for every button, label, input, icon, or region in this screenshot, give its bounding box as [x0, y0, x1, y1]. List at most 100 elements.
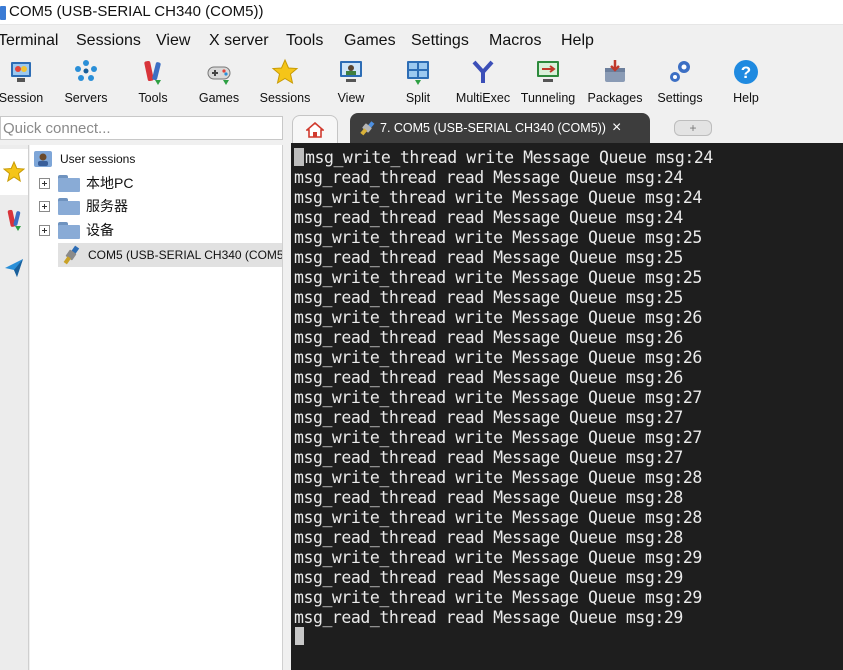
toolbar-servers-label: Servers [64, 91, 108, 105]
toolbar-games-label: Games [198, 91, 240, 105]
toolbar-session-button[interactable]: Session [0, 56, 44, 106]
toolbar-help-button[interactable]: ? Help [730, 56, 762, 106]
terminal-line: msg_write_thread write Message Queue msg… [294, 548, 702, 567]
tab-title: 7. COM5 (USB-SERIAL CH340 (COM5)) [380, 121, 606, 135]
svg-text:?: ? [741, 63, 751, 82]
menu-help[interactable]: Help [561, 32, 594, 50]
terminal-line: msg_write_thread write Message Queue msg… [294, 508, 702, 527]
terminal-line: msg_read_thread read Message Queue msg:2… [294, 408, 683, 427]
folder-icon [58, 221, 80, 239]
terminal-line: msg_read_thread read Message Queue msg:2… [294, 168, 683, 187]
tools-icon [144, 60, 161, 85]
tools-icon [7, 209, 21, 231]
gears-icon [670, 61, 690, 82]
menu-terminal[interactable]: Terminal [0, 32, 58, 50]
tab-com5[interactable]: 7. COM5 (USB-SERIAL CH340 (COM5)) × [350, 113, 650, 143]
send-icon [5, 259, 23, 277]
quick-connect-input[interactable] [1, 117, 282, 139]
terminal-line: msg_read_thread read Message Queue msg:2… [294, 568, 683, 587]
terminal-line: msg_read_thread read Message Queue msg:2… [294, 448, 683, 467]
expand-icon[interactable] [39, 200, 50, 212]
terminal-line: msg_write_thread write Message Queue msg… [294, 428, 702, 447]
toolbar-help-label: Help [733, 91, 759, 105]
sidebar-tab-sessions[interactable] [0, 149, 28, 195]
help-icon: ? [734, 60, 758, 84]
toolbar-split-label: Split [405, 91, 431, 105]
tab-home[interactable] [292, 115, 338, 143]
terminal-line: msg_read_thread read Message Queue msg:2… [294, 368, 683, 387]
menu-view[interactable]: View [156, 32, 190, 50]
menu-tools[interactable]: Tools [286, 32, 323, 50]
terminal-line: msg_read_thread read Message Queue msg:2… [294, 608, 683, 627]
menu-bar: Terminal Sessions View X server Tools Ga… [0, 29, 843, 53]
home-icon [306, 121, 324, 138]
toolbar-servers-button[interactable]: Servers [62, 56, 110, 106]
toolbar-sessions-button[interactable]: Sessions [258, 56, 312, 106]
toolbar-packages-label: Packages [587, 91, 643, 105]
tab-strip: 7. COM5 (USB-SERIAL CH340 (COM5)) × + [286, 111, 843, 143]
tree-folder-label: 设备 [86, 222, 114, 238]
servers-icon [75, 60, 97, 81]
tree-folder-local-pc[interactable]: 本地PC [39, 172, 133, 194]
toolbar-view-label: View [337, 91, 365, 105]
window-title: COM5 (USB-SERIAL CH340 (COM5)) [9, 3, 264, 20]
folder-icon [58, 174, 80, 192]
terminal-cursor [295, 627, 304, 645]
session-icon [11, 62, 31, 82]
toolbar-games-button[interactable]: Games [197, 56, 241, 106]
expand-icon[interactable] [39, 224, 50, 236]
terminal-line: msg_write_thread write Message Queue msg… [294, 148, 713, 167]
toolbar-sessions-label: Sessions [259, 91, 311, 105]
toolbar-session-label: Session [0, 91, 44, 105]
star-icon [271, 58, 299, 85]
sidebar-tab-macros[interactable] [0, 245, 28, 291]
terminal-line: msg_write_thread write Message Queue msg… [294, 308, 702, 327]
tree-session-com5[interactable]: COM5 (USB-SERIAL CH340 (COM5 [58, 243, 282, 267]
toolbar-multiexec-button[interactable]: MultiExec [455, 56, 511, 106]
terminal-line: msg_write_thread write Message Queue msg… [294, 388, 702, 407]
toolbar-tunneling-button[interactable]: Tunneling [519, 56, 577, 106]
toolbar-settings-button[interactable]: Settings [656, 56, 704, 106]
session-tree: User sessions 本地PC 服务器 设备 COM5 (USB-SERI… [30, 145, 283, 670]
menu-xserver[interactable]: X server [209, 32, 269, 50]
toolbar: Session Servers Tools Games Sessions Vie… [0, 54, 843, 108]
folder-icon [58, 197, 80, 215]
serial-plug-icon [63, 245, 80, 265]
tree-folder-label: 服务器 [86, 198, 128, 214]
sidebar-tabs [0, 145, 29, 670]
toolbar-view-button[interactable]: View [334, 56, 368, 106]
games-icon [207, 66, 231, 85]
toolbar-split-button[interactable]: Split [401, 56, 435, 106]
terminal-line: msg_read_thread read Message Queue msg:2… [294, 288, 683, 307]
multiexec-icon [472, 60, 494, 83]
terminal-line: msg_write_thread write Message Queue msg… [294, 188, 702, 207]
new-tab-button[interactable]: + [674, 120, 712, 136]
quick-connect-box [0, 116, 283, 140]
toolbar-multiexec-label: MultiExec [455, 91, 511, 105]
terminal-line: msg_write_thread write Message Queue msg… [294, 588, 702, 607]
star-icon [3, 161, 25, 183]
tree-root-user-sessions[interactable]: User sessions [33, 148, 135, 170]
terminal-line: msg_read_thread read Message Queue msg:2… [294, 248, 683, 267]
menu-settings[interactable]: Settings [411, 32, 469, 50]
tree-folder-devices[interactable]: 设备 [39, 219, 114, 241]
terminal-line: msg_read_thread read Message Queue msg:2… [294, 528, 683, 547]
menu-games[interactable]: Games [344, 32, 396, 50]
sidebar-tab-tools[interactable] [0, 197, 28, 243]
terminal-line: msg_write_thread write Message Queue msg… [294, 468, 702, 487]
tree-folder-servers[interactable]: 服务器 [39, 195, 128, 217]
expand-icon[interactable] [39, 177, 50, 189]
tree-folder-label: 本地PC [86, 175, 134, 191]
app-icon [0, 6, 6, 20]
view-icon [340, 61, 362, 82]
menu-sessions[interactable]: Sessions [76, 32, 141, 50]
toolbar-tools-button[interactable]: Tools [134, 56, 172, 106]
terminal-line: msg_read_thread read Message Queue msg:2… [294, 488, 683, 507]
close-icon[interactable]: × [612, 119, 621, 137]
terminal-output[interactable]: msg_write_thread write Message Queue msg… [291, 143, 843, 670]
terminal-line: msg_read_thread read Message Queue msg:2… [294, 208, 683, 227]
menu-macros[interactable]: Macros [489, 32, 541, 50]
terminal-line: msg_write_thread write Message Queue msg… [294, 268, 702, 287]
toolbar-packages-button[interactable]: Packages [587, 56, 643, 106]
tree-root-label: User sessions [60, 152, 136, 166]
